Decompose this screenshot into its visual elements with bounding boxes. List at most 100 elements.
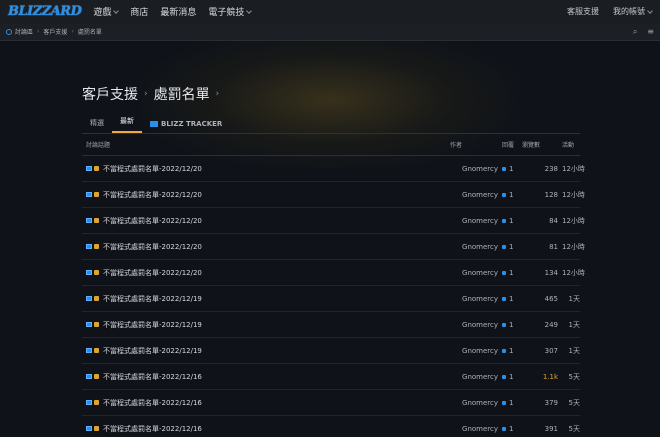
activity-cell[interactable]: 1天: [562, 294, 580, 304]
author-cell[interactable]: Gnomercy: [450, 425, 502, 433]
activity-cell[interactable]: 5天: [562, 424, 580, 434]
activity-cell[interactable]: 12小時: [562, 242, 585, 252]
lock-icon: [94, 400, 99, 405]
replies-cell: 1: [502, 321, 522, 329]
topic-title-link[interactable]: 不當程式處罰名單-2022/12/20: [103, 268, 202, 278]
chevron-right-icon: ›: [71, 28, 74, 35]
author-cell[interactable]: Gnomercy: [450, 321, 502, 329]
activity-cell[interactable]: 12小時: [562, 216, 585, 226]
tab-featured[interactable]: 精選: [82, 115, 112, 133]
breadcrumb-penalty-list[interactable]: 處罰名單: [78, 27, 102, 36]
topic-cell: 不當程式處罰名單-2022/12/20: [82, 242, 450, 252]
blizzard-flag-icon: [86, 192, 92, 197]
replies-cell: 1: [502, 425, 522, 433]
topic-list: 不當程式處罰名單-2022/12/20 Gnomercy 1 238 12小時 …: [82, 156, 585, 437]
reply-icon: [502, 426, 506, 431]
forum-globe-icon: [6, 28, 12, 35]
activity-cell[interactable]: 12小時: [562, 164, 585, 174]
table-row[interactable]: 不當程式處罰名單-2022/12/19 Gnomercy 1 307 1天: [82, 338, 580, 364]
topic-title-link[interactable]: 不當程式處罰名單-2022/12/16: [103, 372, 202, 382]
activity-cell[interactable]: 12小時: [562, 190, 585, 200]
reply-icon: [502, 348, 506, 353]
topic-cell: 不當程式處罰名單-2022/12/16: [82, 398, 450, 408]
title-parent[interactable]: 客戶支援: [82, 84, 138, 104]
replies-cell: 1: [502, 165, 522, 173]
activity-cell[interactable]: 1天: [562, 320, 580, 330]
blizzard-flag-icon: [150, 121, 158, 127]
nav-support[interactable]: 客服支援: [567, 6, 599, 17]
reply-icon: [502, 166, 506, 171]
topic-title-link[interactable]: 不當程式處罰名單-2022/12/19: [103, 294, 202, 304]
table-row[interactable]: 不當程式處罰名單-2022/12/20 Gnomercy 1 84 12小時: [82, 208, 585, 234]
activity-cell[interactable]: 5天: [562, 372, 580, 382]
views-cell: 84: [549, 216, 558, 225]
author-cell[interactable]: Gnomercy: [450, 269, 502, 277]
header-activity[interactable]: 活動: [562, 140, 580, 149]
views-cell: 81: [549, 242, 558, 251]
topic-title-link[interactable]: 不當程式處罰名單-2022/12/16: [103, 424, 202, 434]
hamburger-menu-icon[interactable]: ≡: [647, 27, 654, 36]
activity-cell[interactable]: 1天: [562, 346, 580, 356]
activity-cell[interactable]: 12小時: [562, 268, 585, 278]
tab-blizz-tracker[interactable]: BLIZZ TRACKER: [142, 115, 230, 133]
topic-title-link[interactable]: 不當程式處罰名單-2022/12/19: [103, 346, 202, 356]
breadcrumb-forums[interactable]: 討論區: [15, 27, 33, 36]
topic-cell: 不當程式處罰名單-2022/12/16: [82, 372, 450, 382]
table-row[interactable]: 不當程式處罰名單-2022/12/19 Gnomercy 1 465 1天: [82, 286, 580, 312]
table-row[interactable]: 不當程式處罰名單-2022/12/20 Gnomercy 1 238 12小時: [82, 156, 585, 182]
breadcrumb-support[interactable]: 客戶支援: [43, 27, 67, 36]
nav-news[interactable]: 最新消息: [160, 5, 196, 18]
topic-title-link[interactable]: 不當程式處罰名單-2022/12/20: [103, 216, 202, 226]
blizzard-flag-icon: [86, 400, 92, 405]
author-cell[interactable]: Gnomercy: [450, 347, 502, 355]
title-current: 處罰名單: [153, 87, 210, 103]
nav-account[interactable]: 我的帳號: [613, 6, 653, 17]
topic-title-link[interactable]: 不當程式處罰名單-2022/12/20: [103, 190, 202, 200]
table-row[interactable]: 不當程式處罰名單-2022/12/16 Gnomercy 1 379 5天: [82, 390, 580, 416]
author-cell[interactable]: Gnomercy: [450, 243, 502, 251]
topic-cell: 不當程式處罰名單-2022/12/19: [82, 294, 450, 304]
table-row[interactable]: 不當程式處罰名單-2022/12/20 Gnomercy 1 134 12小時: [82, 260, 585, 286]
replies-cell: 1: [502, 217, 522, 225]
table-row[interactable]: 不當程式處罰名單-2022/12/19 Gnomercy 1 249 1天: [82, 312, 580, 338]
topic-title-link[interactable]: 不當程式處罰名單-2022/12/20: [103, 164, 202, 174]
table-row[interactable]: 不當程式處罰名單-2022/12/16 Gnomercy 1 1.1k 5天: [82, 364, 580, 390]
blizzard-flag-icon: [86, 244, 92, 249]
replies-cell: 1: [502, 399, 522, 407]
views-cell: 238: [544, 164, 558, 173]
header-author[interactable]: 作者: [450, 140, 502, 149]
author-cell[interactable]: Gnomercy: [450, 191, 502, 199]
table-row[interactable]: 不當程式處罰名單-2022/12/20 Gnomercy 1 128 12小時: [82, 182, 585, 208]
activity-cell[interactable]: 5天: [562, 398, 580, 408]
nav-games[interactable]: 遊戲: [93, 5, 120, 18]
author-cell[interactable]: Gnomercy: [450, 165, 502, 173]
tab-latest[interactable]: 最新: [112, 115, 142, 133]
main-content: 客戶支援 › 處罰名單 › 精選 最新 BLIZZ TRACKER 討論話題 作…: [82, 84, 585, 437]
views-cell: 249: [544, 320, 558, 329]
nav-shop[interactable]: 商店: [130, 5, 148, 18]
topic-title-link[interactable]: 不當程式處罰名單-2022/12/19: [103, 320, 202, 330]
author-cell[interactable]: Gnomercy: [450, 399, 502, 407]
topic-cell: 不當程式處罰名單-2022/12/20: [82, 268, 450, 278]
topic-title-link[interactable]: 不當程式處罰名單-2022/12/20: [103, 242, 202, 252]
author-cell[interactable]: Gnomercy: [450, 295, 502, 303]
blizzard-flag-icon: [86, 218, 92, 223]
nav-esports[interactable]: 電子競技: [208, 5, 253, 18]
category-tabs: 精選 最新 BLIZZ TRACKER: [82, 116, 580, 134]
topic-cell: 不當程式處罰名單-2022/12/19: [82, 320, 450, 330]
author-cell[interactable]: Gnomercy: [450, 217, 502, 225]
lock-icon: [94, 322, 99, 327]
header-topic[interactable]: 討論話題: [82, 140, 450, 149]
views-cell: 307: [544, 346, 558, 355]
replies-cell: 1: [502, 295, 522, 303]
blizzard-logo[interactable]: BLIZZARD: [8, 4, 82, 19]
table-row[interactable]: 不當程式處罰名單-2022/12/16 Gnomercy 1 391 5天: [82, 416, 580, 437]
blizzard-flag-icon: [86, 296, 92, 301]
chevron-right-icon[interactable]: ›: [216, 89, 220, 99]
header-replies[interactable]: 回覆: [502, 140, 522, 149]
author-cell[interactable]: Gnomercy: [450, 373, 502, 381]
search-icon[interactable]: ⌕: [633, 27, 637, 37]
table-row[interactable]: 不當程式處罰名單-2022/12/20 Gnomercy 1 81 12小時: [82, 234, 585, 260]
topic-title-link[interactable]: 不當程式處罰名單-2022/12/16: [103, 398, 202, 408]
header-views[interactable]: 瀏覽數: [522, 140, 562, 149]
